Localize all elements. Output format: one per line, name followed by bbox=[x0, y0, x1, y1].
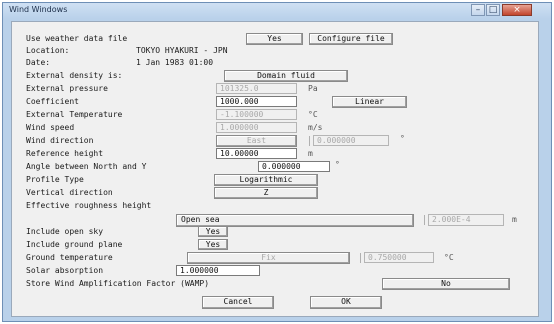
divider bbox=[360, 253, 361, 263]
external-temperature-input[interactable]: -1.100000 bbox=[216, 109, 297, 120]
wind-speed-label: Wind speed bbox=[26, 123, 75, 132]
ground-temperature-unit: °C bbox=[444, 253, 454, 262]
weather-file-toggle-button[interactable]: Yes bbox=[246, 33, 303, 45]
cancel-button[interactable]: Cancel bbox=[202, 296, 274, 309]
wamp-button[interactable]: No bbox=[382, 278, 510, 290]
solar-absorption-label: Solar absorption bbox=[26, 266, 104, 275]
external-pressure-label: External pressure bbox=[26, 84, 108, 93]
ground-temperature-input[interactable]: 0.750000 bbox=[364, 252, 434, 263]
external-temperature-label: External Temperature bbox=[26, 110, 123, 119]
divider bbox=[424, 215, 425, 225]
roughness-height-label: Effective roughness height bbox=[26, 201, 152, 210]
coefficient-mode-button[interactable]: Linear bbox=[332, 96, 407, 108]
external-density-button[interactable]: Domain fluid bbox=[224, 70, 348, 82]
wamp-label: Store Wind Amplification Factor (WAMP) bbox=[26, 279, 210, 288]
profile-type-label: Profile Type bbox=[26, 175, 84, 184]
coefficient-input[interactable]: 1000.000 bbox=[216, 96, 297, 107]
include-ground-plane-button[interactable]: Yes bbox=[198, 239, 228, 250]
dialog-body: Use weather data file Yes Configure file… bbox=[11, 21, 539, 317]
roughness-unit: m bbox=[512, 215, 517, 224]
wind-speed-unit: m/s bbox=[308, 123, 323, 132]
roughness-height-input[interactable]: 2.000E-4 bbox=[428, 214, 504, 226]
divider bbox=[309, 136, 310, 146]
close-icon[interactable]: × bbox=[502, 4, 532, 16]
location-value: TOKYO HYAKURI - JPN bbox=[136, 46, 228, 55]
external-pressure-input[interactable]: 101325.0 bbox=[216, 83, 297, 94]
reference-height-label: Reference height bbox=[26, 149, 104, 158]
date-label: Date: bbox=[26, 58, 51, 67]
wind-dialog-window: Wind Windows – □ × Use weather data file… bbox=[2, 2, 552, 322]
wind-speed-input[interactable]: 1.000000 bbox=[216, 122, 297, 133]
title-bar[interactable]: Wind Windows – □ × bbox=[3, 3, 551, 19]
reference-height-input[interactable]: 10.00000 bbox=[216, 148, 297, 159]
ground-temperature-mode-button[interactable]: Fix bbox=[187, 252, 350, 264]
wind-direction-label: Wind direction bbox=[26, 136, 94, 145]
include-open-sky-button[interactable]: Yes bbox=[198, 226, 228, 237]
north-angle-input[interactable]: 0.000000 bbox=[258, 161, 330, 172]
ok-button[interactable]: OK bbox=[310, 296, 382, 309]
wind-angle-unit: ° bbox=[400, 134, 405, 143]
maximize-icon[interactable]: □ bbox=[486, 4, 500, 16]
vertical-direction-label: Vertical direction bbox=[26, 188, 113, 197]
temperature-unit: °C bbox=[308, 110, 318, 119]
external-density-label: External density is: bbox=[26, 71, 123, 80]
window-title: Wind Windows bbox=[9, 5, 68, 14]
profile-type-button[interactable]: Logarithmic bbox=[214, 174, 318, 186]
location-label: Location: bbox=[26, 46, 70, 55]
vertical-direction-button[interactable]: Z bbox=[214, 187, 318, 199]
wind-direction-button[interactable]: East bbox=[216, 135, 297, 147]
reference-height-unit: m bbox=[308, 149, 313, 158]
wind-angle-input[interactable]: 0.000000 bbox=[313, 135, 389, 146]
date-value: 1 Jan 1983 01:00 bbox=[136, 58, 214, 67]
include-ground-plane-label: Include ground plane bbox=[26, 240, 123, 249]
include-open-sky-label: Include open sky bbox=[26, 227, 104, 236]
minimize-icon[interactable]: – bbox=[471, 4, 485, 16]
pressure-unit: Pa bbox=[308, 84, 318, 93]
configure-file-button[interactable]: Configure file bbox=[309, 33, 393, 45]
weather-file-label: Use weather data file bbox=[26, 34, 128, 43]
ground-temperature-label: Ground temperature bbox=[26, 253, 113, 262]
north-angle-label: Angle between North and Y bbox=[26, 162, 147, 171]
solar-absorption-input[interactable]: 1.000000 bbox=[176, 265, 260, 276]
coefficient-label: Coefficient bbox=[26, 97, 79, 106]
north-angle-unit: ° bbox=[335, 160, 340, 169]
